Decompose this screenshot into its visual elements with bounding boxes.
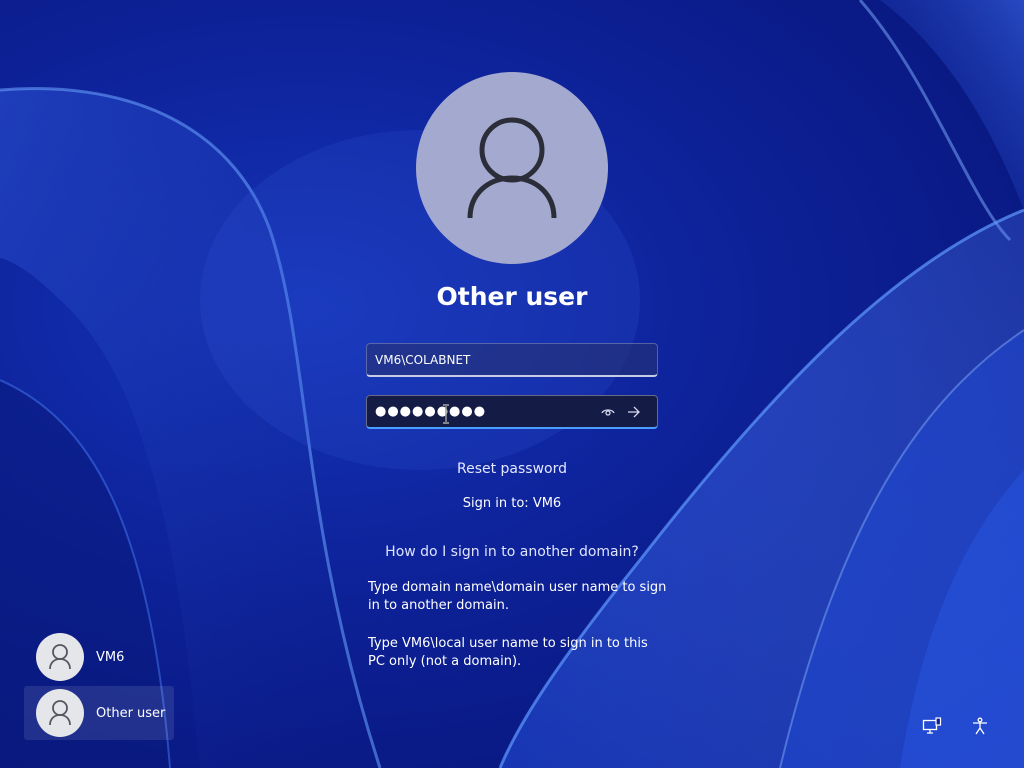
lock-screen: Other user Reset password Sign in to: VM… bbox=[0, 0, 1024, 768]
eye-icon bbox=[601, 408, 615, 416]
user-name-title: Other user bbox=[436, 282, 588, 311]
user-tile-other-user[interactable]: Other user bbox=[24, 686, 174, 740]
domain-help-text: Type domain name\domain user name to sig… bbox=[368, 580, 667, 613]
person-icon bbox=[49, 700, 71, 726]
person-icon bbox=[49, 644, 71, 670]
accessibility-icon bbox=[973, 717, 987, 735]
password-input[interactable] bbox=[367, 396, 595, 427]
arrow-right-icon bbox=[628, 406, 640, 417]
reveal-password-button[interactable] bbox=[595, 399, 621, 425]
user-tile-avatar bbox=[36, 689, 84, 737]
user-tile-vm6[interactable]: VM6 bbox=[24, 630, 174, 684]
username-field[interactable] bbox=[366, 343, 658, 377]
network-button[interactable] bbox=[918, 712, 946, 740]
accessibility-button[interactable] bbox=[966, 712, 994, 740]
person-icon bbox=[467, 117, 557, 219]
reset-password-link[interactable]: Reset password bbox=[312, 459, 712, 479]
user-tile-avatar bbox=[36, 633, 84, 681]
user-tile-label: Other user bbox=[96, 705, 166, 721]
sign-in-target: Sign in to: VM6 bbox=[462, 496, 562, 511]
local-help-text: Type VM6\local user name to sign in to t… bbox=[368, 636, 648, 669]
user-avatar bbox=[416, 72, 608, 264]
user-tile-label: VM6 bbox=[96, 649, 125, 665]
ibeam-cursor bbox=[443, 404, 449, 424]
username-input[interactable] bbox=[367, 344, 645, 375]
submit-button[interactable] bbox=[621, 399, 647, 425]
domain-help-link[interactable]: How do I sign in to another domain? bbox=[312, 542, 712, 562]
password-field[interactable] bbox=[366, 395, 658, 429]
network-icon bbox=[922, 717, 942, 734]
